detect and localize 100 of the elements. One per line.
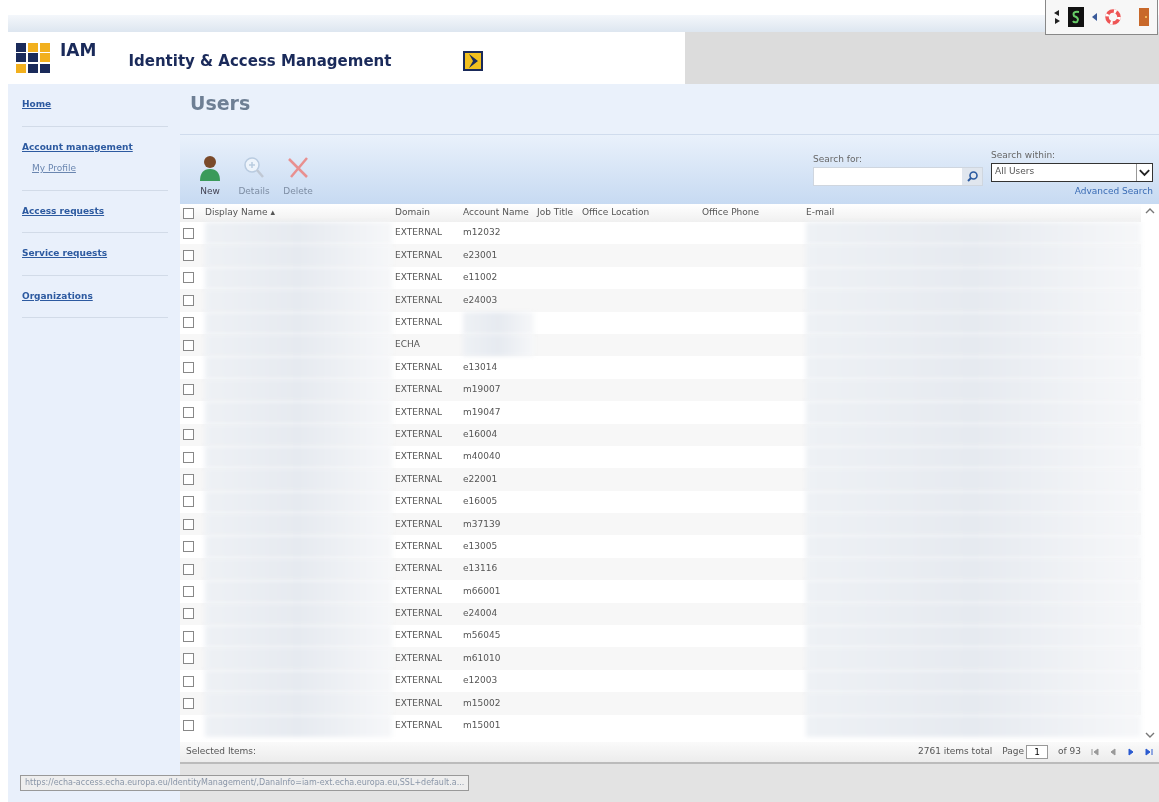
- table-cell: EXTERNAL: [395, 450, 443, 464]
- table-cell: m15001: [463, 719, 501, 733]
- table-cell: e13116: [463, 562, 498, 576]
- items-total: 2761 items total: [917, 745, 993, 759]
- app-icon[interactable]: [1068, 7, 1084, 27]
- row-checkbox[interactable]: [183, 541, 194, 553]
- table-cell-text: m15002: [463, 696, 501, 710]
- table-cell-text: EXTERNAL: [395, 584, 443, 598]
- table-cell-text: m66001: [463, 584, 501, 598]
- row-checkbox[interactable]: [183, 474, 194, 485]
- page-field[interactable]: 1: [1026, 745, 1048, 759]
- page-nav-button[interactable]: [1091, 748, 1099, 756]
- row-checkbox[interactable]: [183, 272, 194, 284]
- row-checkbox[interactable]: [183, 339, 194, 351]
- row-checkbox[interactable]: [183, 406, 194, 418]
- table-cell-text: e13005: [463, 539, 498, 553]
- column-header[interactable]: Account Name: [463, 206, 529, 220]
- status-url: https://echa-access.echa.europa.eu/IdentityManagement/,DanaInfo=iam-ext.echa.europa.eu,SSL+default.a...: [20, 775, 470, 791]
- row-checkbox[interactable]: [183, 250, 194, 262]
- page-title: Users: [189, 91, 252, 116]
- table-cell-text: EXTERNAL: [395, 316, 443, 329]
- nav-link[interactable]: Access requests: [22, 204, 168, 218]
- column-header[interactable]: Office Location: [582, 206, 650, 220]
- table-cell: e16005: [463, 495, 498, 509]
- search-label: Search for:: [813, 153, 864, 166]
- column-header[interactable]: Job Title: [537, 206, 574, 220]
- table-cell-text: EXTERNAL: [395, 405, 443, 419]
- table-cell: EXTERNAL: [395, 383, 443, 397]
- table-cell: m40040: [463, 450, 501, 464]
- row-checkbox[interactable]: [183, 496, 194, 508]
- row-checkbox[interactable]: [183, 653, 194, 665]
- table-cell-text: EXTERNAL: [395, 651, 443, 665]
- select-all-checkbox[interactable]: [183, 207, 194, 219]
- nav-link[interactable]: Service requests: [22, 247, 168, 261]
- column-header[interactable]: Domain: [395, 206, 430, 220]
- user-icon: [199, 154, 221, 181]
- column-header[interactable]: Office Phone: [702, 206, 759, 220]
- column-header[interactable]: Display Name ▴: [205, 206, 275, 220]
- logo-text: IAM: [60, 39, 97, 63]
- table-cell: e12003: [463, 674, 498, 688]
- column-header[interactable]: E-mail: [806, 206, 835, 220]
- page-label: Page: [1002, 745, 1024, 759]
- table-cell: EXTERNAL: [395, 226, 443, 240]
- table-cell: m19007: [463, 383, 501, 397]
- table-cell: e11002: [463, 271, 498, 285]
- nav-link[interactable]: Account management: [22, 140, 168, 154]
- row-checkbox[interactable]: [183, 630, 194, 642]
- row-checkbox[interactable]: [183, 585, 194, 597]
- table-cell: EXTERNAL: [395, 674, 443, 688]
- table-cell-text: EXTERNAL: [395, 293, 443, 307]
- table-cell: ECHA: [395, 338, 420, 352]
- dropdown-caret-icon: [1136, 163, 1152, 181]
- row-checkbox[interactable]: [183, 294, 194, 306]
- search-within-dropdown[interactable]: All Users: [991, 162, 1153, 182]
- toolbar-button[interactable]: New: [188, 154, 232, 198]
- table-cell: EXTERNAL: [395, 517, 443, 531]
- table-cell: EXTERNAL: [395, 629, 443, 643]
- row-checkbox[interactable]: [183, 362, 194, 374]
- table-cell-text: EXTERNAL: [395, 427, 443, 441]
- row-checkbox[interactable]: [183, 720, 194, 732]
- row-checkbox[interactable]: [183, 384, 194, 396]
- row-checkbox[interactable]: [183, 608, 194, 620]
- search-icon: [966, 170, 978, 182]
- search-button[interactable]: [962, 167, 982, 185]
- row-checkbox[interactable]: [183, 227, 194, 239]
- row-checkbox[interactable]: [183, 675, 194, 687]
- search-field[interactable]: [813, 166, 983, 186]
- selected-items-label: Selected Items:: [186, 745, 257, 759]
- table-cell: EXTERNAL: [395, 495, 443, 509]
- row-checkbox[interactable]: [183, 563, 194, 575]
- row-checkbox[interactable]: [183, 317, 194, 329]
- row-checkbox[interactable]: [183, 429, 194, 441]
- row-checkbox[interactable]: [183, 451, 194, 463]
- page-nav-button[interactable]: [1145, 748, 1153, 756]
- nav-link[interactable]: Organizations: [22, 289, 168, 303]
- table-cell-text: e22001: [463, 472, 498, 486]
- table-cell: EXTERNAL: [395, 719, 443, 733]
- page-nav-button[interactable]: [1127, 748, 1135, 756]
- table-cell: EXTERNAL: [395, 607, 443, 621]
- left-arrow-icon[interactable]: [1092, 13, 1097, 21]
- table-cell-text: EXTERNAL: [395, 360, 443, 374]
- table-cell-text: EXTERNAL: [395, 472, 443, 486]
- scroll-arrows-icon[interactable]: [1054, 10, 1060, 24]
- page-nav-button[interactable]: [1109, 748, 1117, 756]
- table-cell-text: EXTERNAL: [395, 248, 443, 262]
- table-cell-text: m61010: [463, 651, 501, 665]
- next-page-icon: [1127, 748, 1135, 756]
- row-checkbox[interactable]: [183, 518, 194, 530]
- table-cell: EXTERNAL: [395, 562, 443, 576]
- table-cell-text: e13014: [463, 360, 498, 374]
- scroll-down-icon[interactable]: [1145, 732, 1155, 738]
- lifebuoy-icon[interactable]: [1105, 9, 1121, 25]
- emblem-icon: [463, 51, 484, 71]
- nav-link[interactable]: Home: [22, 98, 168, 112]
- table-cell-text: e24003: [463, 293, 498, 307]
- advanced-search-link[interactable]: Advanced Search: [991, 184, 1153, 198]
- row-checkbox[interactable]: [183, 697, 194, 709]
- table-cell-text: m19047: [463, 405, 501, 419]
- last-page-icon: [1145, 748, 1153, 756]
- scroll-up-icon[interactable]: [1145, 208, 1155, 214]
